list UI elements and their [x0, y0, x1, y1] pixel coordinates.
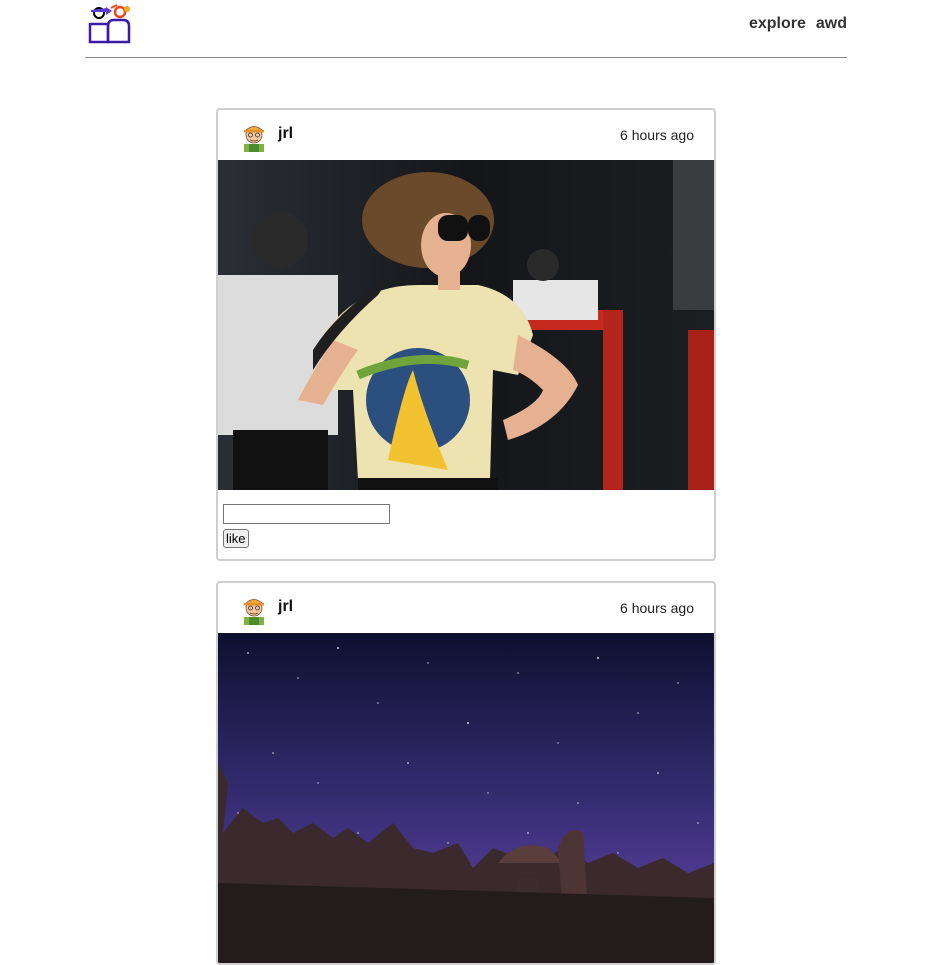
like-button[interactable]: like	[223, 529, 249, 548]
post-username[interactable]: jrl	[278, 598, 293, 616]
post-card: jrl 6 hours ago	[216, 108, 716, 561]
app-logo-icon[interactable]	[87, 2, 133, 48]
post-photo	[218, 160, 714, 490]
top-nav-bar: explore awd	[85, 0, 847, 58]
post-photo	[218, 633, 714, 963]
comment-input[interactable]	[223, 504, 390, 524]
post-card: jrl 6 hours ago	[216, 581, 716, 965]
post-username[interactable]: jrl	[278, 125, 293, 143]
explore-link[interactable]: explore	[749, 15, 806, 33]
user-avatar-icon[interactable]	[238, 120, 270, 152]
profile-link[interactable]: awd	[816, 15, 847, 33]
post-timestamp: 6 hours ago	[620, 600, 694, 616]
post-header: jrl 6 hours ago	[218, 583, 714, 633]
nav-links: explore awd	[749, 15, 847, 33]
user-avatar-icon[interactable]	[238, 593, 270, 625]
post-actions: like	[218, 490, 714, 548]
post-timestamp: 6 hours ago	[620, 127, 694, 143]
post-header: jrl 6 hours ago	[218, 110, 714, 160]
